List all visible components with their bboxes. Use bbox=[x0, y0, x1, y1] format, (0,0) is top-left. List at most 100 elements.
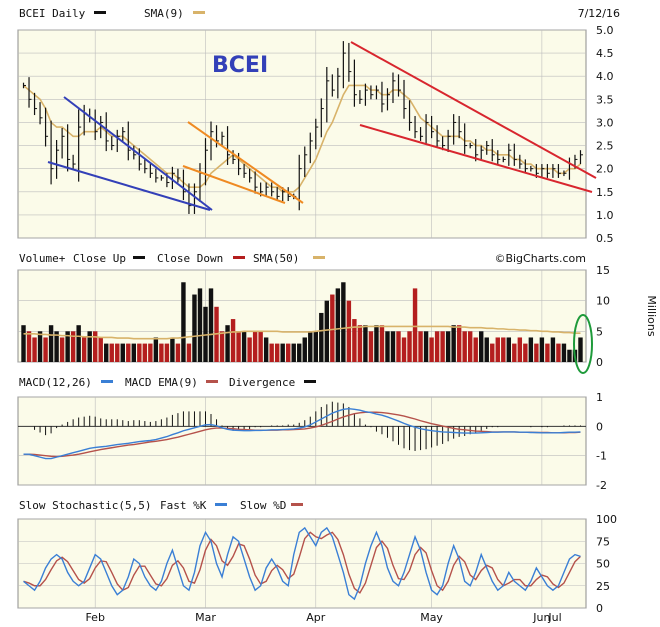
volume-bar bbox=[59, 337, 65, 362]
volume-bar bbox=[550, 337, 556, 362]
volume-bar bbox=[561, 343, 567, 362]
macd-ema-swatch bbox=[206, 380, 218, 383]
chart-stage: BCEI Daily SMA(9) 7/12/16 0.5 1.0 1.5 2.0 2.… bbox=[0, 0, 660, 627]
volume-bar bbox=[484, 337, 489, 362]
volume-bar bbox=[142, 343, 148, 362]
volume-bar bbox=[247, 337, 252, 362]
volume-bar bbox=[148, 343, 153, 362]
price-panel-date: 7/12/16 bbox=[578, 7, 620, 20]
volume-bar bbox=[567, 349, 572, 362]
volume-bar bbox=[241, 331, 247, 362]
volume-bar bbox=[230, 319, 236, 362]
volume-bar bbox=[81, 337, 87, 362]
volume-bar bbox=[390, 331, 396, 362]
volume-bar bbox=[330, 294, 335, 362]
stoch-fast-label: Fast %K bbox=[160, 499, 207, 512]
volume-bar bbox=[159, 343, 164, 362]
y-tick-label: 1.5 bbox=[596, 186, 614, 199]
y-tick-label: 4.0 bbox=[596, 70, 614, 83]
stoch-panel-title: Slow Stochastic(5,5) bbox=[19, 499, 151, 512]
volume-sma-label: SMA(50) bbox=[253, 252, 299, 265]
volume-bar bbox=[512, 343, 517, 362]
volume-bar bbox=[48, 325, 54, 362]
volume-bar bbox=[192, 294, 197, 362]
volume-bar bbox=[407, 331, 412, 362]
volume-bar bbox=[197, 288, 203, 362]
volume-bar bbox=[104, 343, 109, 362]
volume-bar bbox=[517, 337, 523, 362]
volume-bar bbox=[37, 331, 43, 362]
y-tick-label: 10 bbox=[596, 295, 610, 308]
volume-bar bbox=[418, 331, 423, 362]
volume-bar bbox=[490, 343, 495, 362]
x-tick-label: Feb bbox=[85, 611, 104, 624]
volume-bar bbox=[297, 343, 302, 362]
volume-bar bbox=[396, 331, 401, 362]
volume-bar bbox=[120, 343, 125, 362]
volume-bar bbox=[126, 343, 131, 362]
x-tick-label: Jul bbox=[547, 611, 561, 624]
volume-bar bbox=[76, 325, 81, 362]
volume-bar bbox=[302, 337, 307, 362]
price-panel-symbol-label: BCEI Daily bbox=[19, 7, 86, 20]
volume-bar bbox=[423, 331, 429, 362]
source-credit: ©BigCharts.com bbox=[494, 252, 586, 265]
y-tick-label: 2.0 bbox=[596, 163, 614, 176]
volume-bar bbox=[357, 325, 363, 362]
volume-bar bbox=[440, 331, 445, 362]
volume-bar bbox=[286, 343, 291, 362]
volume-bar bbox=[208, 288, 214, 362]
y-tick-label: 15 bbox=[596, 264, 610, 277]
y-tick-label: 0 bbox=[596, 602, 603, 615]
volume-bar bbox=[346, 300, 352, 362]
y-tick-label: 25 bbox=[596, 580, 610, 593]
volume-bar bbox=[170, 337, 175, 362]
y-tick-label: 5 bbox=[596, 325, 603, 338]
volume-bar bbox=[109, 343, 114, 362]
stoch-slow-label: Slow %D bbox=[240, 499, 286, 512]
volume-bar bbox=[479, 331, 484, 362]
volume-bar bbox=[539, 337, 545, 362]
volume-bar bbox=[319, 312, 324, 362]
volume-bar bbox=[501, 337, 506, 362]
volume-bar bbox=[352, 319, 357, 362]
volume-bar bbox=[21, 325, 26, 362]
volume-bar bbox=[258, 331, 263, 362]
volume-bar bbox=[219, 331, 225, 362]
volume-panel-title: Volume+ bbox=[19, 252, 66, 265]
y-tick-label: -1 bbox=[596, 450, 607, 463]
volume-bar bbox=[545, 343, 550, 362]
volume-bar bbox=[401, 337, 407, 362]
slow-d-swatch bbox=[291, 503, 303, 506]
volume-bar bbox=[236, 331, 241, 362]
volume-bar bbox=[495, 337, 500, 362]
volume-bar bbox=[467, 331, 473, 362]
y-tick-label: 0 bbox=[596, 420, 603, 433]
y-tick-label: 5.0 bbox=[596, 24, 614, 37]
x-tick-label: Apr bbox=[306, 611, 326, 624]
volume-bar bbox=[385, 331, 390, 362]
macd-ema-label: MACD EMA(9) bbox=[125, 376, 198, 389]
volume-bar bbox=[473, 337, 478, 362]
y-tick-label: 2.5 bbox=[596, 140, 614, 153]
volume-units-label: Millions bbox=[645, 295, 658, 336]
macd-divergence-label: Divergence bbox=[229, 376, 295, 389]
macd-swatch bbox=[101, 380, 113, 383]
volume-bar bbox=[528, 337, 534, 362]
volume-bar bbox=[506, 337, 512, 362]
volume-bar bbox=[98, 337, 103, 362]
volume-bar bbox=[578, 337, 583, 362]
volume-bar bbox=[313, 331, 318, 362]
price-panel bbox=[17, 29, 587, 239]
y-tick-label: 1 bbox=[596, 391, 603, 404]
y-tick-label: 1.0 bbox=[596, 209, 614, 222]
divergence-swatch bbox=[304, 380, 316, 383]
volume-up-swatch bbox=[133, 256, 145, 259]
volume-bar bbox=[26, 331, 32, 362]
volume-bar bbox=[32, 337, 37, 362]
volume-bar bbox=[379, 325, 385, 362]
volume-bar bbox=[412, 288, 418, 362]
volume-bar bbox=[115, 343, 120, 362]
volume-bar bbox=[308, 331, 313, 362]
volume-bar bbox=[263, 337, 269, 362]
